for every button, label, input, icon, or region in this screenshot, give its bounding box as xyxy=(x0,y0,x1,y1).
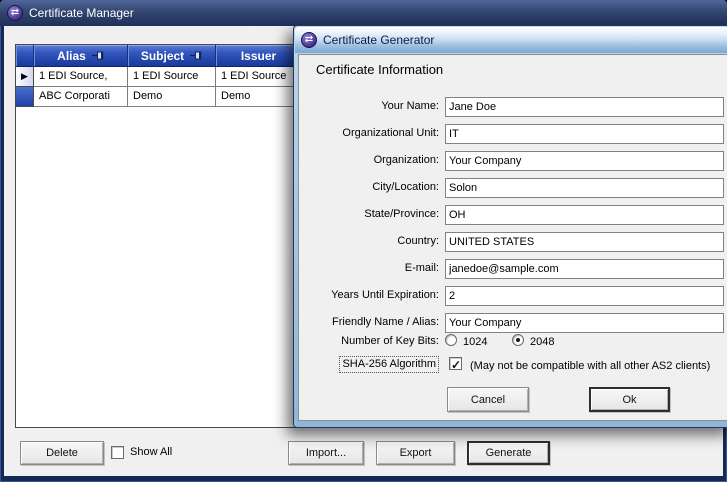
organization-input[interactable] xyxy=(445,151,724,171)
alias-cell[interactable]: 1 EDI Source, xyxy=(34,67,128,87)
sha256-checkbox[interactable] xyxy=(449,356,462,374)
ok-button[interactable]: Ok xyxy=(589,387,670,412)
row-selector[interactable]: ▶ xyxy=(16,67,34,87)
app-logo-icon: ⇄ xyxy=(301,32,317,48)
field-row-country: Country: xyxy=(299,232,727,252)
state-province-input[interactable] xyxy=(445,205,724,225)
current-row-arrow-icon: ▶ xyxy=(21,71,28,81)
dialog-title: Certificate Generator xyxy=(323,33,435,47)
friendly-name-alias-label: Friendly Name / Alias: xyxy=(332,316,439,328)
country-input[interactable] xyxy=(445,232,724,252)
certificate-generator-dialog: ⇄ Certificate Generator Certificate Info… xyxy=(293,25,727,428)
organization-label: Organization: xyxy=(373,154,439,166)
years-until-expiration-input[interactable] xyxy=(445,286,724,306)
city-location-input[interactable] xyxy=(445,178,724,198)
screen: ⇄ Certificate Manager Alias Subject Issu… xyxy=(0,0,727,482)
pin-icon[interactable] xyxy=(190,51,202,60)
issuer-header-label: Issuer xyxy=(240,48,277,63)
show-all-label: Show All xyxy=(130,446,173,458)
key-bits-2048-label: 2048 xyxy=(530,336,555,348)
grid-header-issuer[interactable]: Issuer xyxy=(216,45,302,66)
field-row-years-until-expiration: Years Until Expiration: xyxy=(299,286,727,306)
sha256-row: SHA-256 Algorithm (May not be compatible… xyxy=(299,356,727,374)
friendly-name-alias-input[interactable] xyxy=(445,313,724,333)
grid-header-alias[interactable]: Alias xyxy=(34,45,128,66)
import-button[interactable]: Import... xyxy=(288,441,364,465)
pin-icon[interactable] xyxy=(91,51,104,60)
organizational-unit-input[interactable] xyxy=(445,124,724,144)
grid-header-subject[interactable]: Subject xyxy=(128,45,216,66)
subject-cell[interactable]: Demo xyxy=(128,87,216,107)
field-row-state-province: State/Province: xyxy=(299,205,727,225)
table-row[interactable]: ▶ 1 EDI Source, 1 EDI Source 1 EDI Sourc… xyxy=(16,67,302,87)
sha256-algorithm-label-wrap: SHA-256 Algorithm xyxy=(299,356,439,376)
grid-header-selector xyxy=(16,45,34,66)
field-row-your-name: Your Name: xyxy=(299,97,727,117)
main-window-title: Certificate Manager xyxy=(29,6,134,20)
key-bits-1024-radio[interactable] xyxy=(445,334,457,346)
organizational-unit-label: Organizational Unit: xyxy=(342,127,439,139)
state-province-label: State/Province: xyxy=(364,208,439,220)
key-bits-row: Number of Key Bits: 1024 2048 xyxy=(299,332,727,350)
subject-cell[interactable]: 1 EDI Source xyxy=(128,67,216,87)
field-row-friendly-name-alias: Friendly Name / Alias: xyxy=(299,313,727,333)
key-bits-2048-radio[interactable] xyxy=(512,334,524,346)
your-name-input[interactable] xyxy=(445,97,724,117)
field-row-email: E-mail: xyxy=(299,259,727,279)
show-all-checkbox[interactable] xyxy=(111,446,124,459)
email-label: E-mail: xyxy=(404,262,439,274)
issuer-cell[interactable]: Demo xyxy=(216,87,302,107)
city-location-label: City/Location: xyxy=(372,181,439,193)
country-label: Country: xyxy=(397,235,439,247)
alias-cell[interactable]: ABC Corporati xyxy=(34,87,128,107)
app-logo-icon: ⇄ xyxy=(7,5,23,21)
sha256-algorithm-label: SHA-256 Algorithm xyxy=(339,356,439,373)
field-row-organizational-unit: Organizational Unit: xyxy=(299,124,727,144)
field-row-city-location: City/Location: xyxy=(299,178,727,198)
dialog-client: Certificate Information Your Name: Organ… xyxy=(298,54,727,421)
your-name-label: Your Name: xyxy=(381,100,439,112)
certificate-grid: Alias Subject Issuer ▶ 1 EDI Source, 1 E… xyxy=(15,44,303,428)
alias-header-label: Alias xyxy=(57,48,86,63)
grid-header-row: Alias Subject Issuer xyxy=(16,45,302,67)
delete-button[interactable]: Delete xyxy=(20,441,104,465)
main-window-titlebar[interactable]: ⇄ Certificate Manager xyxy=(0,0,727,26)
cancel-button[interactable]: Cancel xyxy=(447,387,529,412)
number-of-key-bits-label: Number of Key Bits: xyxy=(341,335,439,347)
table-row[interactable]: ▶ ABC Corporati Demo Demo xyxy=(16,87,302,107)
export-button[interactable]: Export xyxy=(376,441,455,465)
email-input[interactable] xyxy=(445,259,724,279)
key-bits-1024-label: 1024 xyxy=(463,336,488,348)
row-selector[interactable]: ▶ xyxy=(16,87,34,107)
years-until-expiration-label: Years Until Expiration: xyxy=(331,289,439,301)
generate-button[interactable]: Generate xyxy=(467,441,550,465)
dialog-titlebar[interactable]: ⇄ Certificate Generator xyxy=(295,27,727,53)
sha256-note: (May not be compatible with all other AS… xyxy=(470,360,711,372)
field-row-organization: Organization: xyxy=(299,151,727,171)
certificate-information-heading: Certificate Information xyxy=(316,62,444,77)
issuer-cell[interactable]: 1 EDI Source xyxy=(216,67,302,87)
subject-header-label: Subject xyxy=(140,48,185,63)
